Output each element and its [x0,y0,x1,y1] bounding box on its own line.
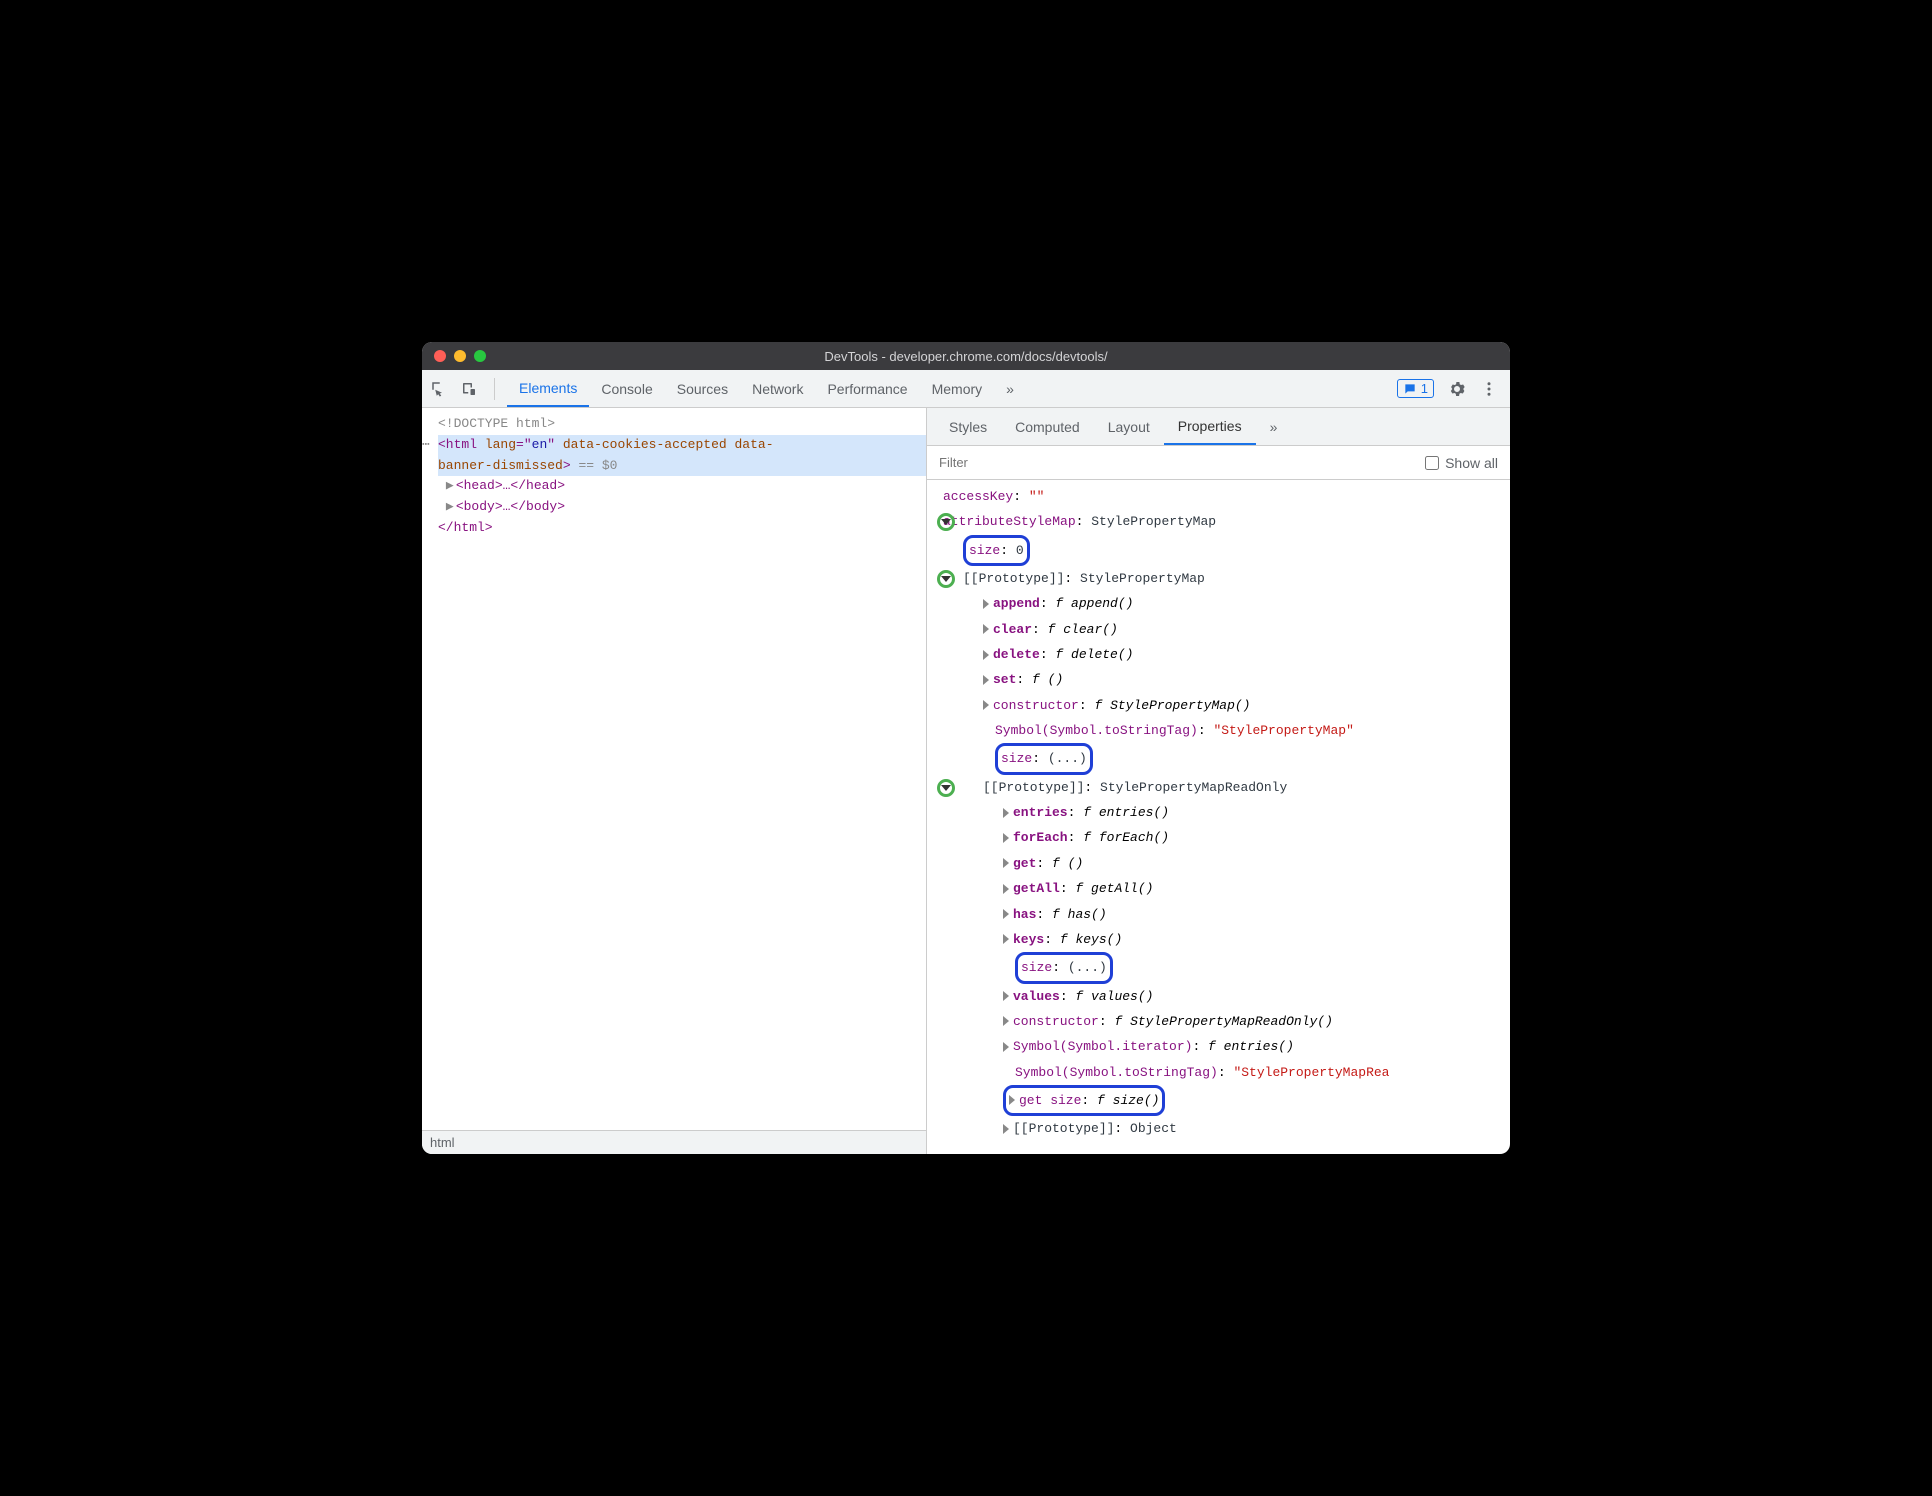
sidebar-panel: Styles Computed Layout Properties » Show… [927,408,1510,1154]
body-element[interactable]: ▶<body>…</body> [438,497,926,518]
dom-breadcrumb[interactable]: html [422,1130,926,1154]
prop-prototype-1[interactable]: [[Prototype]]: StylePropertyMap [943,566,1510,591]
prop-getAll[interactable]: getAll: f getAll() [943,876,1510,901]
tab-performance[interactable]: Performance [815,370,919,407]
head-element[interactable]: ▶<head>…</head> [438,476,926,497]
prop-set[interactable]: set: f () [943,667,1510,692]
issues-button[interactable]: 1 [1397,379,1434,398]
show-all-toggle[interactable]: Show all [1425,455,1498,471]
main-content: <!DOCTYPE html> <html lang="en" data-coo… [422,408,1510,1154]
subtab-computed[interactable]: Computed [1001,408,1094,445]
prop-clear[interactable]: clear: f clear() [943,617,1510,642]
tab-network[interactable]: Network [740,370,815,407]
main-toolbar: Elements Console Sources Network Perform… [422,370,1510,408]
prop-attributeStyleMap[interactable]: attributeStyleMap: StylePropertyMap [943,509,1510,534]
html-open-line2-attr: banner-dismissed [438,458,563,473]
prop-symbol-iterator[interactable]: Symbol(Symbol.iterator): f entries() [943,1034,1510,1059]
main-tabs: Elements Console Sources Network Perform… [507,370,1026,407]
prop-symbol-tostringtag-1[interactable]: Symbol(Symbol.toStringTag): "StyleProper… [943,718,1510,743]
prop-delete[interactable]: delete: f delete() [943,642,1510,667]
expand-marker-icon [937,779,955,797]
prop-prototype-2[interactable]: [[Prototype]]: StylePropertyMapReadOnly [943,775,1510,800]
show-all-checkbox[interactable] [1425,456,1439,470]
prop-size-0[interactable]: size: 0 [943,535,1510,566]
devtools-window: DevTools - developer.chrome.com/docs/dev… [422,342,1510,1154]
toolbar-left-controls [422,378,507,400]
inspect-element-icon[interactable] [430,380,448,398]
tab-sources[interactable]: Sources [665,370,740,407]
elements-panel: <!DOCTYPE html> <html lang="en" data-coo… [422,408,927,1154]
prop-get[interactable]: get: f () [943,851,1510,876]
subtab-layout[interactable]: Layout [1094,408,1164,445]
window-titlebar[interactable]: DevTools - developer.chrome.com/docs/dev… [422,342,1510,370]
prop-prototype-3[interactable]: [[Prototype]]: Object [943,1116,1510,1141]
sidebar-tabs: Styles Computed Layout Properties » [927,408,1510,446]
filter-input[interactable] [939,455,1425,470]
window-title: DevTools - developer.chrome.com/docs/dev… [422,349,1510,364]
show-all-label: Show all [1445,455,1498,471]
prop-symbol-tostringtag-2[interactable]: Symbol(Symbol.toStringTag): "StyleProper… [943,1060,1510,1085]
comment-icon [1403,382,1417,396]
more-tabs-icon[interactable]: » [994,370,1026,407]
properties-filter-row: Show all [927,446,1510,480]
subtab-more-icon[interactable]: » [1256,408,1292,445]
device-toggle-icon[interactable] [460,380,478,398]
settings-icon[interactable] [1448,380,1466,398]
html-element-selected[interactable]: <html lang="en" data-cookies-accepted da… [438,435,926,477]
prop-entries[interactable]: entries: f entries() [943,800,1510,825]
prop-size-dots-1[interactable]: size: (...) [943,743,1510,774]
prop-constructor-1[interactable]: constructor: f StylePropertyMap() [943,693,1510,718]
selection-marker: == $0 [578,458,617,473]
prop-size-dots-2[interactable]: size: (...) [943,952,1510,983]
prop-keys[interactable]: keys: f keys() [943,927,1510,952]
issues-count: 1 [1421,381,1428,396]
tab-elements[interactable]: Elements [507,370,589,407]
toolbar-right-controls: 1 [1385,379,1510,398]
html-open-line1: <html lang="en" data-cookies-accepted da… [438,437,774,452]
prop-forEach[interactable]: forEach: f forEach() [943,825,1510,850]
html-close[interactable]: </html> [438,518,926,539]
prop-values[interactable]: values: f values() [943,984,1510,1009]
subtab-styles[interactable]: Styles [935,408,1001,445]
prop-has[interactable]: has: f has() [943,902,1510,927]
subtab-properties[interactable]: Properties [1164,408,1256,445]
tab-memory[interactable]: Memory [920,370,995,407]
prop-accessKey[interactable]: accessKey: "" [943,484,1510,509]
properties-tree[interactable]: accessKey: "" attributeStyleMap: StylePr… [927,480,1510,1154]
expand-marker-icon [937,570,955,588]
dom-tree[interactable]: <!DOCTYPE html> <html lang="en" data-coo… [422,408,926,1130]
prop-constructor-2[interactable]: constructor: f StylePropertyMapReadOnly(… [943,1009,1510,1034]
more-menu-icon[interactable] [1480,380,1498,398]
tab-console[interactable]: Console [589,370,664,407]
prop-append[interactable]: append: f append() [943,591,1510,616]
toolbar-separator [494,378,495,400]
prop-get-size[interactable]: get size: f size() [943,1085,1510,1116]
doctype[interactable]: <!DOCTYPE html> [438,414,926,435]
